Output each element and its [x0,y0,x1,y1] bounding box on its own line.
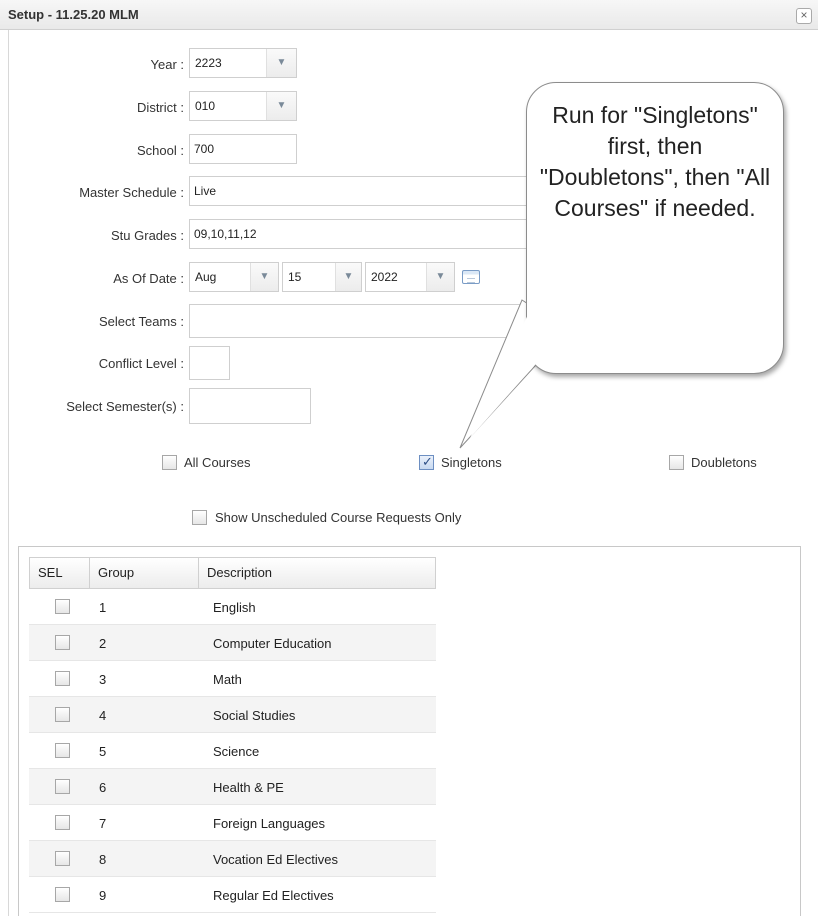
table-row[interactable]: 1 English [29,589,436,625]
chevron-down-icon[interactable]: ▼ [266,49,296,77]
table-row[interactable]: 3 Math [29,661,436,697]
window-title: Setup - 11.25.20 MLM [8,7,139,22]
description-cell: Health & PE [213,780,284,795]
singletons-label: Singletons [441,455,502,470]
year-value: 2223 [195,56,222,70]
day-select[interactable]: 15 ▼ [282,262,362,292]
month-value: Aug [195,270,217,284]
table-row[interactable]: 7 Foreign Languages [29,805,436,841]
year-select[interactable]: 2223 ▼ [189,48,297,78]
school-label: School : [137,143,184,158]
chevron-down-icon[interactable]: ▼ [426,263,454,291]
group-cell: 4 [99,708,107,723]
group-cell: 2 [99,636,107,651]
date-year-value: 2022 [371,270,398,284]
table-row[interactable]: 2 Computer Education [29,625,436,661]
description-cell: English [213,600,256,615]
description-cell: Computer Education [213,636,332,651]
stu-grades-input[interactable] [189,219,529,249]
row-select-checkbox[interactable] [55,671,70,686]
group-cell: 8 [99,852,107,867]
title-bar: Setup - 11.25.20 MLM × [0,0,818,30]
singletons-checkbox[interactable] [419,454,434,470]
description-cell: Science [213,744,260,759]
callout-bubble: Run for "Singletons" first, then "Double… [526,82,784,374]
select-semesters-input[interactable] [189,388,311,424]
select-teams-label: Select Teams : [98,314,184,329]
table-row[interactable]: 5 Science [29,733,436,769]
row-select-checkbox[interactable] [55,743,70,758]
district-value: 010 [195,99,216,113]
group-cell: 9 [99,888,107,903]
table-row[interactable]: 6 Health & PE [29,769,436,805]
conflict-level-label: Conflict Level : [98,356,184,371]
school-input[interactable] [189,134,297,164]
row-select-checkbox[interactable] [55,599,70,614]
year-label: Year : [150,57,185,72]
group-cell: 3 [99,672,107,687]
description-cell: Vocation Ed Electives [213,852,339,867]
row-select-checkbox[interactable] [55,779,70,794]
doubletons-label: Doubletons [691,455,757,470]
show-unscheduled-checkbox[interactable] [192,510,207,525]
column-header-group[interactable]: Group [89,557,199,589]
conflict-level-input[interactable] [189,346,230,380]
calendar-icon[interactable] [462,270,480,284]
chevron-down-icon[interactable]: ▼ [335,263,361,291]
table-row[interactable]: 4 Social Studies [29,697,436,733]
description-cell: Foreign Languages [213,816,326,831]
select-semesters-label: Select Semester(s) : [66,399,184,414]
group-cell: 6 [99,780,107,795]
district-select[interactable]: 010 ▼ [189,91,297,121]
master-schedule-label: Master Schedule : [79,185,184,200]
all-courses-checkbox[interactable] [162,455,177,470]
description-cell: Math [213,672,242,687]
group-cell: 5 [99,744,107,759]
group-cell: 7 [99,816,107,831]
row-select-checkbox[interactable] [55,851,70,866]
row-select-checkbox[interactable] [55,635,70,650]
panel-border [8,30,9,916]
year-of-date-select[interactable]: 2022 ▼ [365,262,455,292]
group-cell: 1 [99,600,107,615]
stu-grades-label: Stu Grades : [111,228,184,243]
select-teams-input[interactable] [189,304,529,338]
table-row[interactable]: 9 Regular Ed Electives [29,877,436,913]
chevron-down-icon[interactable]: ▼ [250,263,278,291]
description-cell: Regular Ed Electives [213,888,334,903]
column-header-description[interactable]: Description [198,557,436,589]
show-unscheduled-label: Show Unscheduled Course Requests Only [215,510,462,525]
district-label: District : [137,100,184,115]
doubletons-checkbox[interactable] [669,455,684,470]
column-header-sel[interactable]: SEL [29,557,90,589]
row-select-checkbox[interactable] [55,815,70,830]
all-courses-label: All Courses [184,455,251,470]
row-select-checkbox[interactable] [55,887,70,902]
row-select-checkbox[interactable] [55,707,70,722]
month-select[interactable]: Aug ▼ [189,262,279,292]
group-table: SEL Group Description 1 English 2 Comput… [18,546,801,916]
as-of-date-label: As Of Date : [113,271,184,286]
close-icon[interactable]: × [796,8,812,24]
chevron-down-icon[interactable]: ▼ [266,92,296,120]
day-value: 15 [288,270,302,284]
description-cell: Social Studies [213,708,296,723]
master-schedule-input[interactable] [189,176,529,206]
table-row[interactable]: 8 Vocation Ed Electives [29,841,436,877]
